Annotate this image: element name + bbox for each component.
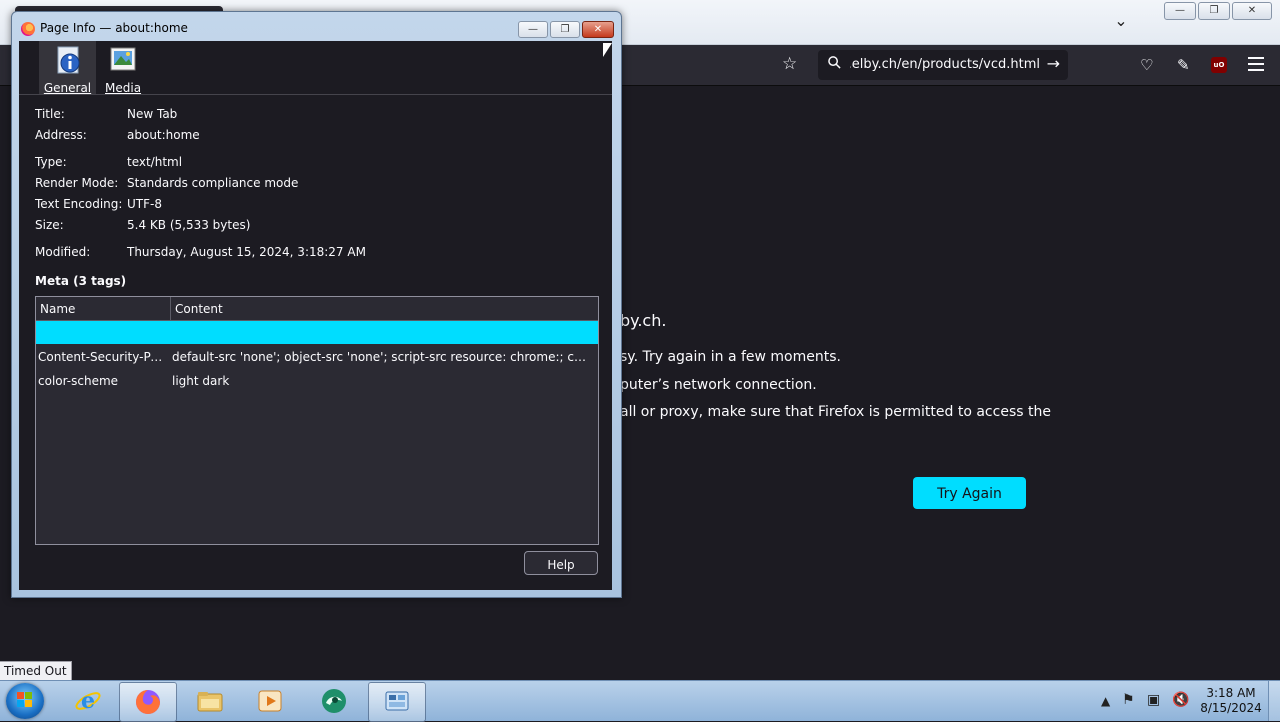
pocket-icon[interactable]: ♡ [1140,56,1153,74]
dialog-tabs: General Media [19,41,612,95]
mouse-cursor-icon [603,43,612,57]
meta-content-cell: default-src 'none'; object-src 'none'; s… [172,350,592,364]
list-all-tabs-icon[interactable]: ⌄ [1110,10,1132,32]
url-text[interactable]: w.elby.ch/en/products/vcd.html [850,57,1040,72]
info-value: 5.4 KB (5,533 bytes) [127,218,251,232]
search-icon [828,56,841,69]
info-key: Address: [35,128,87,142]
taskbar-app[interactable] [306,682,362,720]
firefox-icon [21,22,35,36]
meta-heading: Meta (3 tags) [35,274,127,288]
taskbar-internet-explorer[interactable]: e [60,682,116,720]
table-row-selected[interactable] [36,321,598,344]
minimize-button[interactable]: — [1164,2,1196,20]
firefox-window-controls: — ❐ ✕ [1164,2,1272,20]
info-value: text/html [127,155,183,169]
info-row-type: Type: text/html [35,155,595,171]
firefox-icon [136,690,160,714]
info-key: Render Mode: [35,176,119,190]
media-icon [110,47,136,71]
bookmark-star-icon[interactable]: ☆ [782,54,797,74]
info-key: Size: [35,218,64,232]
show-hidden-icons-icon[interactable]: ▲ [1101,694,1110,708]
info-value: about:home [127,128,200,142]
info-row-address: Address: about:home [35,128,595,144]
clock-time: 3:18 AM [1206,686,1256,700]
taskbar-file-explorer[interactable] [182,682,238,720]
dialog-body: General Media Title: New Tab Address: ab… [19,41,612,590]
info-key: Text Encoding: [35,197,123,211]
meta-name-cell: Content-Security-Polic... [38,350,168,364]
dialog-minimize-button[interactable]: — [518,21,548,38]
info-row-render-mode: Render Mode: Standards compliance mode [35,176,595,192]
tab-general-label: General [43,81,92,95]
table-row[interactable]: color-scheme light dark [36,374,598,394]
menu-icon[interactable] [1248,57,1264,75]
dialog-title: Page Info — about:home [40,21,188,35]
media-player-icon [258,690,282,712]
page-info-dialog: Page Info — about:home — ❐ ✕ General Med… [11,11,622,598]
column-header-name[interactable]: Name [40,302,75,316]
tab-general[interactable]: General [39,41,96,95]
go-arrow-icon[interactable]: → [1047,54,1060,73]
info-value: New Tab [127,107,178,121]
clock-date: 8/15/2024 [1200,701,1262,715]
info-key: Modified: [35,245,91,259]
taskbar-control-panel[interactable] [368,682,426,722]
show-desktop-button[interactable] [1268,681,1280,721]
extensions-icon[interactable]: ✎ [1177,56,1190,74]
app-icon [322,689,346,713]
volume-muted-icon[interactable]: 🔇 [1172,692,1189,708]
error-line-3: all or proxy, make sure that Firefox is … [620,404,1051,420]
tab-media[interactable]: Media [105,41,142,95]
close-button[interactable]: ✕ [1232,2,1272,20]
url-bar[interactable]: w.elby.ch/en/products/vcd.html → [818,50,1068,80]
info-value: Standards compliance mode [127,176,299,190]
restore-button[interactable]: ❐ [1198,2,1230,20]
error-line-1: sy. Try again in a few moments. [620,349,841,365]
error-line-2: puter’s network connection. [620,377,817,393]
internet-explorer-icon: e [75,688,101,714]
error-host-text: by.ch. [620,311,667,330]
network-icon[interactable]: ▣ [1147,692,1160,708]
info-icon [57,46,79,74]
dialog-window-controls: — ❐ ✕ [518,21,614,38]
windows-logo-icon [17,692,32,707]
taskbar-clock[interactable]: 3:18 AM 8/15/2024 [1196,686,1266,716]
action-center-flag-icon[interactable]: ⚑ [1122,692,1135,708]
meta-table[interactable]: Name Content Content-Security-Polic... d… [35,296,599,545]
status-panel: Timed Out [0,661,72,681]
meta-table-header: Name Content [36,297,598,321]
ublock-origin-icon[interactable]: uO [1211,57,1227,73]
tab-media-label: Media [105,81,142,95]
column-header-content[interactable]: Content [175,302,223,316]
meta-name-cell: color-scheme [38,374,119,388]
table-row[interactable]: Content-Security-Polic... default-src 'n… [36,350,598,370]
folder-icon [197,692,223,712]
info-row-modified: Modified: Thursday, August 15, 2024, 3:1… [35,245,595,261]
taskbar-media-player[interactable] [242,682,298,720]
meta-content-cell: light dark [172,374,230,388]
try-again-button[interactable]: Try Again [913,477,1026,509]
column-divider[interactable] [170,297,171,320]
info-value: Thursday, August 15, 2024, 3:18:27 AM [127,245,366,259]
info-row-size: Size: 5.4 KB (5,533 bytes) [35,218,595,234]
info-row-title: Title: New Tab [35,107,595,123]
dialog-restore-button[interactable]: ❐ [550,21,580,38]
dialog-close-button[interactable]: ✕ [582,21,614,38]
taskbar: e ▲ ⚑ ▣ 🔇 3:18 AM 8/15/2024 [0,680,1280,722]
svg-text:e: e [81,688,95,714]
start-button[interactable] [6,683,44,719]
info-key: Title: [35,107,65,121]
taskbar-firefox[interactable] [119,682,177,722]
info-value: UTF-8 [127,197,162,211]
info-key: Type: [35,155,67,169]
control-panel-icon [385,691,409,711]
help-button[interactable]: Help [524,551,598,575]
info-row-encoding: Text Encoding: UTF-8 [35,197,595,213]
